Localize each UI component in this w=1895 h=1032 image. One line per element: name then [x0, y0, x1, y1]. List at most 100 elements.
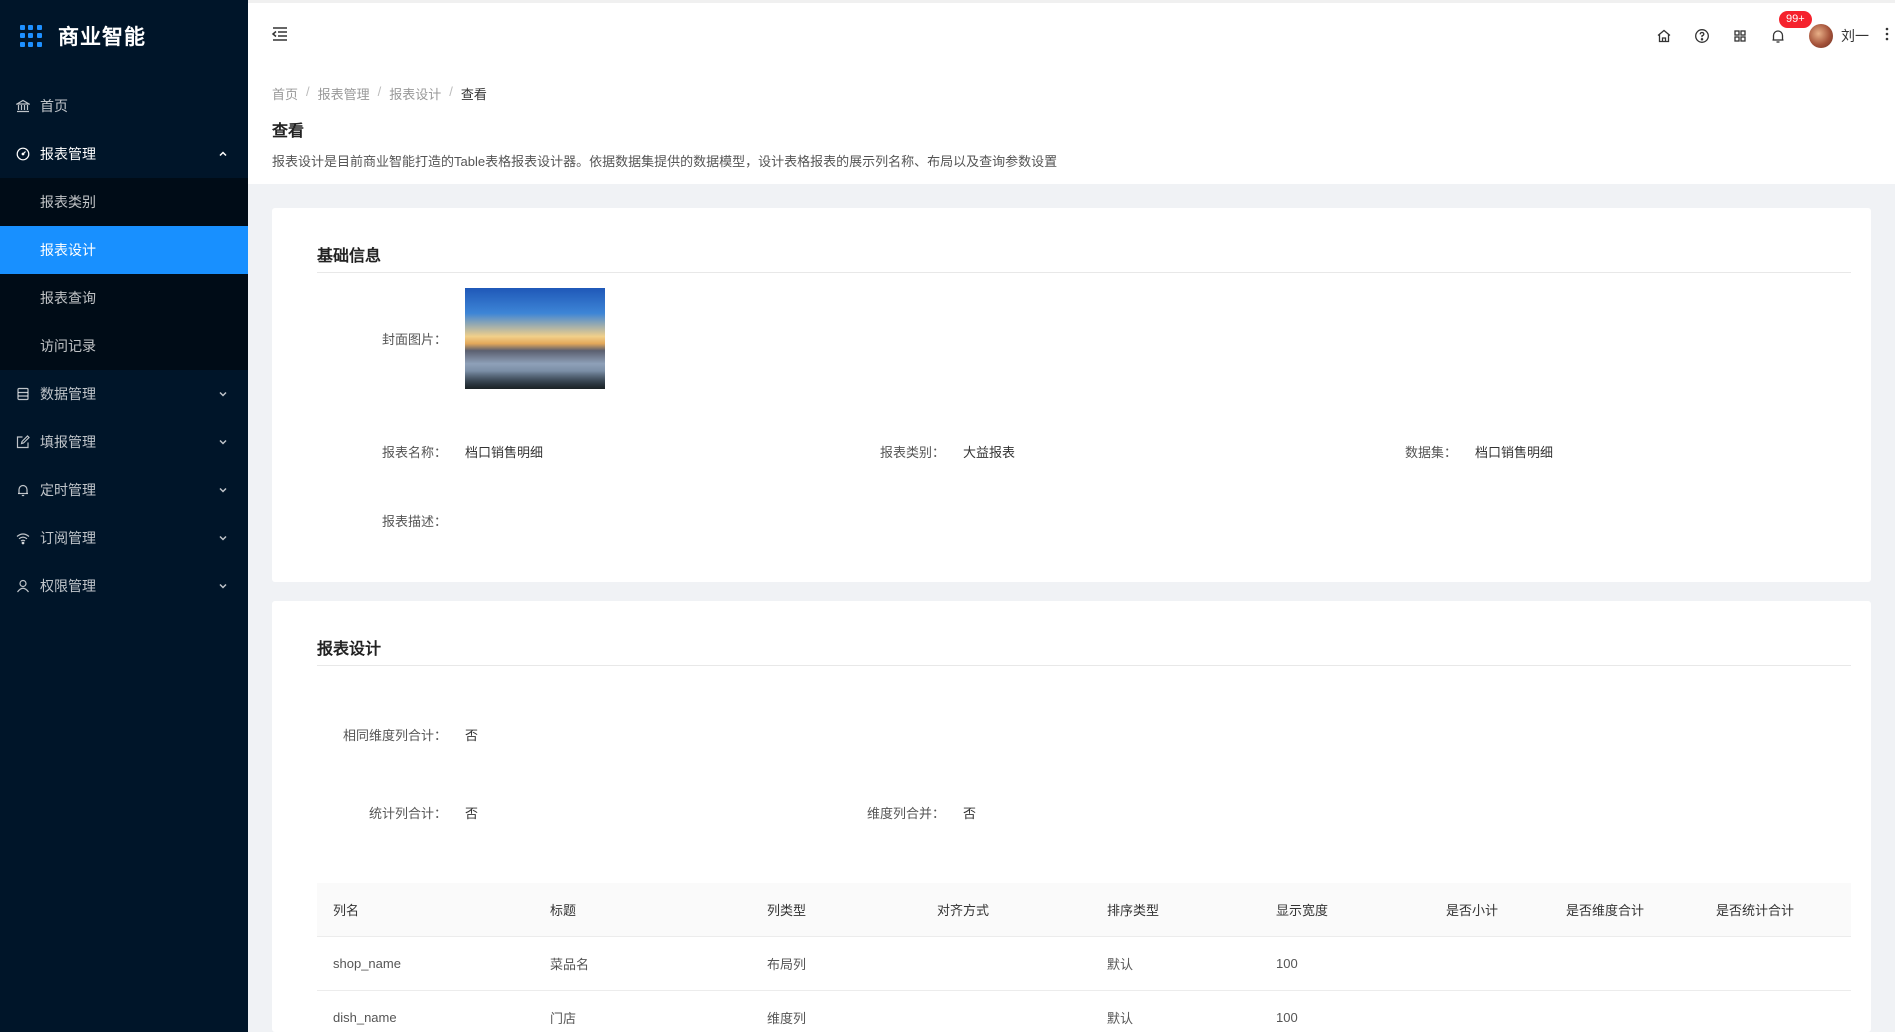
table-header-cell[interactable]: 显示宽度 — [1260, 900, 1430, 919]
chevron-down-icon — [219, 439, 227, 445]
cover-field: 封面图片： — [317, 288, 605, 389]
report-name-value: 档口销售明细 — [465, 445, 544, 460]
sidebar-menu: 首页 报表管理 报表类别 报表设计 报表查询 访问记录 数据管理 填报管理 定时… — [0, 82, 248, 610]
sidebar-item-report-management[interactable]: 报表管理 — [0, 130, 248, 178]
sidebar-item-label: 订阅管理 — [40, 530, 96, 546]
table-header-cell[interactable]: 列类型 — [751, 900, 921, 919]
sidebar-item-report-category[interactable]: 报表类别 — [0, 178, 248, 226]
basic-info-card: 基础信息 封面图片： 报表名称： 档口销售明细 报表类别： 大益报表 数据集： … — [272, 208, 1871, 582]
same-dim-sum-value: 否 — [465, 728, 479, 743]
edit-icon — [16, 435, 30, 449]
breadcrumb-report-design[interactable]: 报表设计 — [389, 84, 441, 103]
help-icon[interactable] — [1683, 28, 1721, 44]
dim-merge-field: 维度列合并： 否 — [812, 803, 976, 822]
table-header-cell[interactable]: 是否统计合计 — [1700, 900, 1851, 919]
grid-logo-icon — [20, 25, 42, 47]
same-dim-sum-label: 相同维度列合计： — [342, 728, 447, 743]
columns-table: 列名 标题 列类型 对齐方式 排序类型 显示宽度 是否小计 是否维度合计 是否统… — [317, 883, 1851, 1032]
bell-icon — [16, 483, 30, 497]
user-menu[interactable]: 刘一 — [1809, 23, 1869, 48]
sidebar-item-label: 报表类别 — [40, 194, 96, 210]
sidebar-item-label: 填报管理 — [40, 434, 96, 450]
database-icon — [16, 387, 30, 401]
table-header-cell[interactable]: 排序类型 — [1091, 900, 1260, 919]
dim-merge-value: 否 — [963, 806, 977, 821]
sidebar-item-report-design[interactable]: 报表设计 — [0, 226, 248, 274]
menu-fold-icon[interactable] — [270, 24, 290, 47]
stat-sum-field: 统计列合计： 否 — [317, 803, 478, 822]
table-cell: 默认 — [1107, 1011, 1134, 1026]
dim-merge-label: 维度列合并： — [866, 806, 945, 821]
sidebar-item-label: 报表查询 — [40, 290, 96, 306]
report-submenu: 报表类别 报表设计 报表查询 访问记录 — [0, 178, 248, 370]
sidebar-item-label: 报表管理 — [40, 146, 96, 162]
breadcrumb-report-management[interactable]: 报表管理 — [318, 84, 370, 103]
bank-icon — [16, 99, 30, 113]
notification-badge: 99+ — [1779, 10, 1812, 28]
sidebar-item-label: 权限管理 — [40, 578, 96, 594]
breadcrumb-separator: / — [306, 84, 310, 99]
sidebar-item-label: 报表设计 — [40, 242, 96, 258]
table-header-cell[interactable]: 是否小计 — [1430, 900, 1550, 919]
table-row[interactable]: shop_name 菜品名 布局列 默认 100 — [317, 937, 1851, 991]
user-icon — [16, 579, 30, 593]
report-category-field: 报表类别： 大益报表 — [812, 442, 1015, 461]
sidebar-item-report-query[interactable]: 报表查询 — [0, 274, 248, 322]
user-name: 刘一 — [1841, 27, 1869, 44]
sidebar-item-label: 定时管理 — [40, 482, 96, 498]
chevron-down-icon — [219, 535, 227, 541]
stat-sum-label: 统计列合计： — [368, 806, 447, 821]
breadcrumb-current: 查看 — [460, 87, 487, 102]
cover-label: 封面图片： — [381, 332, 447, 347]
report-name-label: 报表名称： — [381, 445, 447, 460]
page-description: 报表设计是目前商业智能打造的Table表格报表设计器。依据数据集提供的数据模型，… — [272, 154, 1058, 169]
app-logo[interactable]: 商业智能 — [0, 0, 248, 72]
sidebar-item-label: 访问记录 — [40, 338, 96, 354]
table-header-cell[interactable]: 列名 — [317, 900, 534, 919]
more-vertical-icon[interactable] — [1885, 26, 1889, 45]
table-cell: 100 — [1276, 956, 1298, 971]
table-header-cell[interactable]: 对齐方式 — [921, 900, 1091, 919]
breadcrumb-home[interactable]: 首页 — [272, 84, 298, 103]
page-title: 查看 — [272, 123, 305, 140]
sidebar-item-data-management[interactable]: 数据管理 — [0, 370, 248, 418]
table-header-cell[interactable]: 标题 — [534, 900, 751, 919]
table-cell: shop_name — [333, 956, 401, 971]
sidebar-item-home[interactable]: 首页 — [0, 82, 248, 130]
breadcrumb-separator: / — [449, 84, 453, 99]
chevron-down-icon — [219, 583, 227, 589]
table-row[interactable]: dish_name 门店 维度列 默认 100 — [317, 991, 1851, 1032]
header-actions: 99+ 刘一 — [1645, 10, 1895, 48]
same-dim-sum-field: 相同维度列合计： 否 — [317, 725, 478, 744]
apps-icon[interactable] — [1721, 28, 1759, 44]
table-header-row: 列名 标题 列类型 对齐方式 排序类型 显示宽度 是否小计 是否维度合计 是否统… — [317, 883, 1851, 937]
table-cell: 维度列 — [767, 1011, 807, 1026]
breadcrumb: 首页 / 报表管理 / 报表设计 / 查看 — [272, 84, 1871, 103]
table-cell: 菜品名 — [550, 957, 590, 972]
notification-bell-icon[interactable]: 99+ — [1759, 10, 1812, 44]
report-design-title: 报表设计 — [317, 601, 1851, 666]
sidebar-item-schedule-management[interactable]: 定时管理 — [0, 466, 248, 514]
report-category-value: 大益报表 — [963, 445, 1016, 460]
chevron-down-icon — [219, 487, 227, 493]
table-cell: dish_name — [333, 1010, 397, 1025]
dataset-field: 数据集： 档口销售明细 — [1317, 442, 1553, 461]
home-icon[interactable] — [1645, 28, 1683, 44]
sidebar-item-label: 首页 — [40, 98, 68, 114]
table-header-cell[interactable]: 是否维度合计 — [1550, 900, 1700, 919]
basic-info-title: 基础信息 — [317, 208, 1851, 273]
sidebar-item-subscription-management[interactable]: 订阅管理 — [0, 514, 248, 562]
app-title: 商业智能 — [58, 26, 146, 49]
report-name-field: 报表名称： 档口销售明细 — [317, 442, 543, 461]
stat-sum-value: 否 — [465, 806, 479, 821]
breadcrumb-separator: / — [377, 84, 382, 99]
dataset-label: 数据集： — [1404, 445, 1457, 460]
sidebar-item-fill-management[interactable]: 填报管理 — [0, 418, 248, 466]
wifi-icon — [16, 531, 30, 545]
report-category-label: 报表类别： — [879, 445, 945, 460]
sidebar: 商业智能 首页 报表管理 报表类别 报表设计 报表查询 访问记录 数据管理 填报… — [0, 0, 248, 1032]
sidebar-item-access-log[interactable]: 访问记录 — [0, 322, 248, 370]
cover-image — [465, 288, 605, 389]
table-cell: 门店 — [550, 1011, 577, 1026]
sidebar-item-permission-management[interactable]: 权限管理 — [0, 562, 248, 610]
